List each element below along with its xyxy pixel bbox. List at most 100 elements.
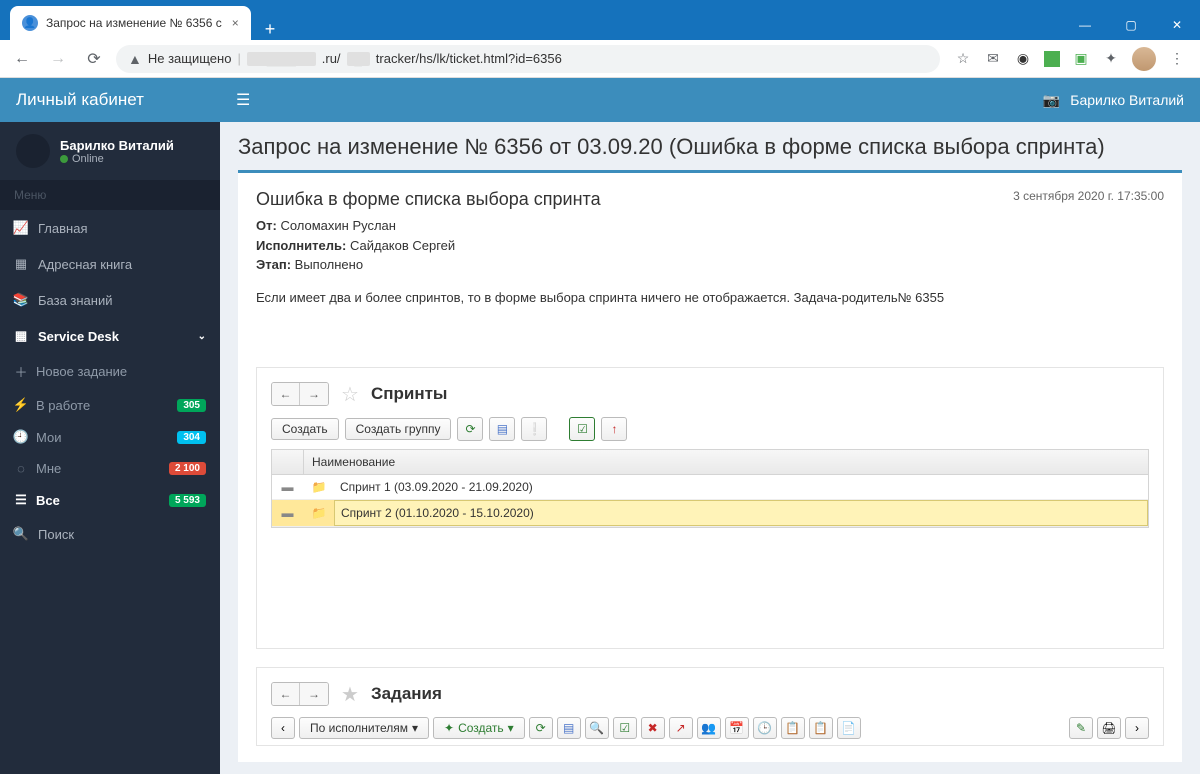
find-icon[interactable]: 🔍 — [585, 717, 609, 739]
sprints-back-button[interactable]: ← — [272, 383, 300, 405]
tasks-back-button[interactable]: ← — [272, 683, 300, 705]
tasks-toolbar: ‹ По исполнителям ▾ ✦ Создать ▾ ⟳ ▤ 🔍 ☑ … — [271, 711, 1149, 745]
badge-work: 305 — [177, 399, 206, 412]
star-icon[interactable]: ☆ — [341, 382, 359, 407]
minimize-button[interactable]: — — [1062, 10, 1108, 40]
nav-sub-new-label: Новое задание — [36, 364, 127, 379]
close-tab-icon[interactable]: × — [232, 16, 239, 30]
edit-icon[interactable]: ✎ — [1069, 717, 1093, 739]
shield-icon[interactable]: ◉ — [1014, 50, 1032, 68]
collapse-icon[interactable]: ▬ — [272, 475, 304, 499]
nav-main[interactable]: 📈 Главная — [0, 210, 220, 246]
camera-icon: 📷 — [1043, 92, 1060, 109]
ext-camera-icon[interactable]: ▣ — [1072, 50, 1090, 68]
back-button[interactable]: ← — [8, 45, 36, 73]
print-icon[interactable]: 🖨 — [1097, 717, 1121, 739]
list-icon-button[interactable]: ▤ — [489, 417, 515, 441]
nav-sub-new[interactable]: ＋ Новое задание — [0, 354, 220, 389]
menu-icon[interactable]: ⋮ — [1168, 50, 1186, 68]
app-logo[interactable]: Личный кабинет — [0, 78, 220, 122]
star-icon[interactable]: ★ — [341, 682, 359, 707]
badge-all: 5 593 — [169, 494, 206, 507]
maximize-button[interactable]: ▢ — [1108, 10, 1154, 40]
clock2-icon[interactable]: 🕒 — [753, 717, 777, 739]
create-button[interactable]: Создать — [271, 418, 339, 440]
badge-tome: 2 100 — [169, 462, 206, 475]
badge-mine: 304 — [177, 431, 206, 444]
nav-sub-all-label: Все — [36, 493, 60, 508]
stage-value: Выполнено — [295, 257, 363, 272]
create-group-button[interactable]: Создать группу — [345, 418, 452, 440]
tasks-header: ← → ★ Задания — [271, 678, 1149, 711]
ticket-stage: Этап: Выполнено — [256, 255, 1164, 275]
nav-search-label: Поиск — [38, 527, 74, 542]
copy2-icon[interactable]: 📋 — [809, 717, 833, 739]
forward-button[interactable]: → — [44, 45, 72, 73]
tasks-forward-button[interactable]: → — [300, 683, 328, 705]
sprints-forward-button[interactable]: → — [300, 383, 328, 405]
folder-icon: 📁 — [304, 501, 334, 525]
table-row[interactable]: ▬ 📁 Спринт 1 (03.09.2020 - 21.09.2020) — [272, 475, 1148, 500]
window-controls: — ▢ ✕ — [1062, 10, 1200, 40]
nav-sub-work[interactable]: ⚡ В работе 305 — [0, 389, 220, 421]
nav-sub-tome[interactable]: ◌ Мне 2 100 — [0, 453, 220, 484]
mail-icon[interactable]: ✉ — [984, 50, 1002, 68]
sidebar: Личный кабинет Барилко Виталий Online Ме… — [0, 78, 220, 774]
copy-icon[interactable]: 📋 — [781, 717, 805, 739]
sprints-grid: Наименование ▬ 📁 Спринт 1 (03.09.2020 - … — [271, 449, 1149, 528]
check-green-icon[interactable]: ☑ — [569, 417, 595, 441]
sprints-nav: ← → — [271, 382, 329, 406]
col-name[interactable]: Наименование — [304, 450, 1148, 474]
ticket-date: 3 сентября 2020 г. 17:35:00 — [1013, 189, 1164, 203]
tasks-title: Задания — [371, 684, 442, 704]
nav-sub-mine[interactable]: 🕘 Мои 304 — [0, 421, 220, 453]
nav-addressbook[interactable]: ▦ Адресная книга — [0, 246, 220, 282]
tasks-next-icon[interactable]: › — [1125, 717, 1149, 739]
star-icon[interactable]: ☆ — [954, 50, 972, 68]
col-expand — [272, 450, 304, 474]
topbar-user[interactable]: 📷 Барилко Виталий — [1043, 92, 1184, 109]
collapse-icon[interactable]: ▬ — [272, 501, 304, 525]
content-scroll[interactable]: Запрос на изменение № 6356 от 03.09.20 (… — [220, 122, 1200, 774]
refresh-green-icon[interactable]: ⟳ — [457, 417, 483, 441]
topbar-username: Барилко Виталий — [1070, 92, 1184, 108]
nav-search[interactable]: 🔍 Поиск — [0, 516, 220, 552]
tasks-prev-icon[interactable]: ‹ — [271, 717, 295, 739]
table-row[interactable]: ▬ 📁 Спринт 2 (01.10.2020 - 15.10.2020) — [272, 500, 1148, 527]
url-blurred: ____ — [247, 52, 316, 66]
nav-kb-label: База знаний — [38, 293, 113, 308]
nav-main-label: Главная — [38, 221, 87, 236]
refresh-icon[interactable]: ⟳ — [529, 717, 553, 739]
people-icon[interactable]: 👥 — [697, 717, 721, 739]
by-assignee-button[interactable]: По исполнителям ▾ — [299, 717, 429, 739]
assignee-label: Исполнитель: — [256, 238, 346, 253]
close-window-button[interactable]: ✕ — [1154, 10, 1200, 40]
address-bar[interactable]: ▲ Не защищено | ____ .ru/ _ tracker/hs/l… — [116, 45, 940, 73]
hamburger-icon[interactable]: ☰ — [236, 90, 250, 110]
ticket-assignee: Исполнитель: Сайдаков Сергей — [256, 236, 1164, 256]
list2-icon[interactable]: ▤ — [557, 717, 581, 739]
warning-icon-button[interactable]: ❕ — [521, 417, 547, 441]
red-x-icon[interactable]: ✖ — [641, 717, 665, 739]
ticket-from: От: Соломахин Руслан — [256, 216, 1164, 236]
arrow-icon[interactable]: ↗ — [669, 717, 693, 739]
schedule-icon[interactable]: 📅 — [725, 717, 749, 739]
assignee-value: Сайдаков Сергей — [350, 238, 455, 253]
tasks-create-button[interactable]: ✦ Создать ▾ — [433, 717, 525, 739]
nav-kb[interactable]: 📚 База знаний — [0, 282, 220, 318]
extensions-icon[interactable]: ✦ — [1102, 50, 1120, 68]
doc-icon[interactable]: 📄 — [837, 717, 861, 739]
check-icon[interactable]: ☑ — [613, 717, 637, 739]
circle-icon: ◌ — [14, 461, 28, 476]
ext-green-icon[interactable] — [1044, 51, 1060, 67]
new-tab-button[interactable]: + — [251, 19, 290, 40]
nav-servicedesk[interactable]: ▦ Service Desk ⌄ — [0, 318, 220, 354]
reload-button[interactable]: ⟳ — [80, 45, 108, 73]
browser-tab[interactable]: 👤 Запрос на изменение № 6356 с × — [10, 6, 251, 40]
user-status: Online — [60, 153, 174, 165]
user-avatar — [16, 134, 50, 168]
sprints-toolbar: Создать Создать группу ⟳ ▤ ❕ ☑ ↑ — [271, 411, 1149, 447]
arrow-up-red-icon[interactable]: ↑ — [601, 417, 627, 441]
profile-avatar[interactable] — [1132, 47, 1156, 71]
nav-sub-all[interactable]: ☰ Все 5 593 — [0, 484, 220, 516]
